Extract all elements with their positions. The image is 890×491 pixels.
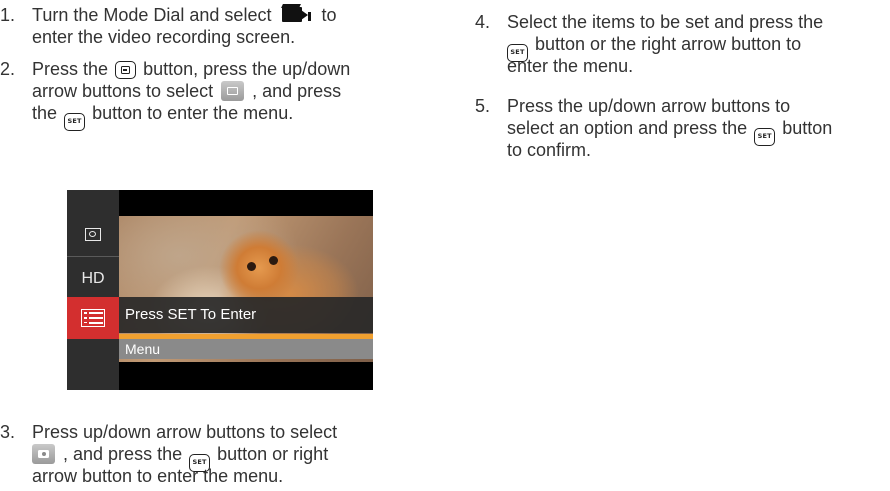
set-key-icon: SET [754,128,776,146]
video-mode-icon [280,4,312,24]
step-text: Press up/down arrow buttons to select [32,422,338,442]
menu-key-icon [115,61,137,79]
camera-screen: HD Press SET To Enter Menu [67,190,373,390]
step-text: to [321,5,337,25]
press-set-hint: Press SET To Enter [119,297,373,333]
step-text: enter the menu. [507,56,634,76]
step-text: button, press the up/down [143,59,351,79]
step-1: 1. Turn the Mode Dial and select to ente… [0,4,430,52]
step-2: 2. Press the button, press the up/down a… [0,58,430,131]
step-number: 3. [0,422,16,442]
step-text: button or the right arrow button to [535,34,802,54]
scene-icon [67,212,119,257]
step-text: Press the [32,59,109,79]
hd-icon: HD [67,257,119,302]
step-text: select an option and press the [507,118,748,138]
step-text: arrow buttons to select [32,81,214,101]
step-text: enter the video recording screen. [32,27,296,47]
step-text: button to enter the menu. [92,103,294,123]
menu-list-icon [67,297,119,339]
step-text: Press the up/down arrow buttons to [507,96,791,116]
menu-setting-icon [221,81,245,101]
camera-sidebar: HD [67,190,119,390]
step-text: , and press the [63,444,183,464]
set-key-icon: SET [64,113,86,131]
camera-setting-icon [32,444,55,464]
step-text: the [32,103,58,123]
set-key-icon: SET [507,44,528,62]
set-key-icon: SET [189,454,211,472]
step-text: Select the items to be set and press the [507,12,824,32]
step-5: 5. Press the up/down arrow buttons to se… [475,95,890,165]
step-number: 4. [475,12,491,32]
step-3: 3. Press up/down arrow buttons to select… [0,421,430,491]
step-text: button or right [217,444,329,464]
step-4: 4. Select the items to be set and press … [475,11,890,81]
step-text: button [782,118,833,138]
step-number: 5. [475,96,491,116]
step-text: arrow button to enter the menu. [32,466,284,486]
step-number: 2. [0,59,16,79]
step-text: Turn the Mode Dial and select [32,5,272,25]
step-text: to confirm. [507,140,592,160]
step-text: , and press [252,81,342,101]
step-number: 1. [0,5,16,25]
menu-label: Menu [119,339,373,359]
